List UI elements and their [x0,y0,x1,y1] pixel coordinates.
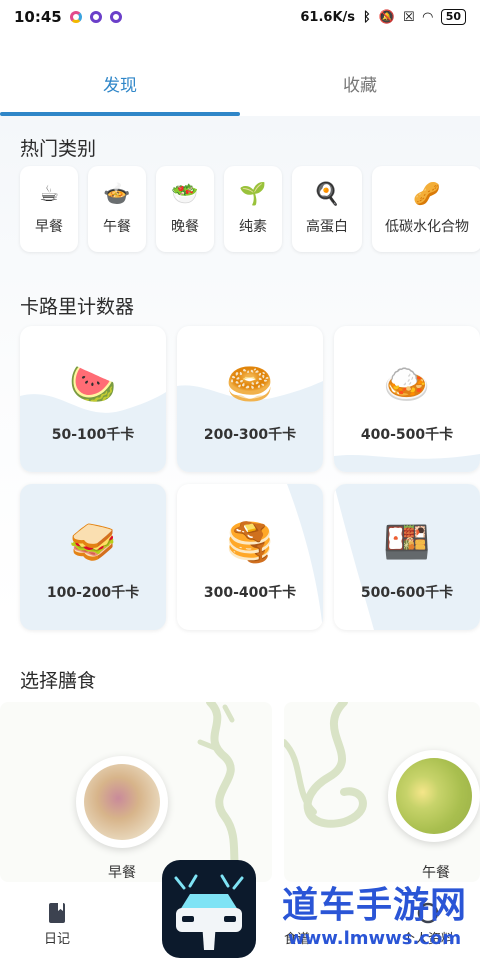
calorie-card-100-200[interactable]: 🥪 100-200千卡 [20,484,166,630]
calorie-counter-title: 卡路里计数器 [20,296,135,318]
no-sim-icon: ☒ [403,9,415,25]
breakfast-bowl-image [76,756,168,848]
calorie-card-50-100[interactable]: 🍉 50-100千卡 [20,326,166,472]
calorie-card-400-500[interactable]: 🍛 400-500千卡 [334,326,480,472]
network-speed: 61.6K/s [300,9,356,25]
salad-icon: 🥗 [171,182,199,207]
status-left: 10:45 [14,8,122,26]
category-label: 高蛋白 [306,219,348,235]
app-logo [162,860,256,958]
top-tabs: 发现 收藏 [0,60,480,116]
calorie-range-label: 400-500千卡 [360,427,454,443]
watermark-title: 道车手游网 [282,885,468,926]
calorie-card-200-300[interactable]: 🥯 200-300千卡 [177,326,323,472]
category-low-carb[interactable]: 🥜 低碳水化合物 [372,166,480,252]
calorie-range-label: 300-400千卡 [203,585,297,601]
category-vegan[interactable]: 🌱 纯素 [224,166,282,252]
nav-label: 日记 [44,932,71,947]
category-high-protein[interactable]: 🍳 高蛋白 [292,166,362,252]
category-dinner[interactable]: 🥗 晚餐 [156,166,214,252]
sandwich-icon: 🥪 [69,520,117,564]
choose-meal-title: 选择膳食 [20,670,97,692]
meal-card-lunch[interactable]: 午餐 [284,702,480,882]
status-time: 10:45 [14,8,62,26]
hot-categories-title: 热门类别 [20,138,97,160]
diary-book-icon [49,903,65,923]
frying-pan-egg-icon: 🍳 [313,182,341,207]
curry-rice-icon: 🍛 [383,362,431,406]
category-label: 纯素 [239,219,267,235]
category-label: 午餐 [103,219,131,235]
nav-diary[interactable]: 日记 [44,902,70,947]
category-label: 早餐 [35,219,63,235]
pancakes-icon: 🥞 [226,520,274,564]
battery-icon: 50 [440,9,466,25]
tab-discover[interactable]: 发现 [0,60,240,116]
bagel-icon: 🥯 [226,362,274,406]
category-label: 晚餐 [171,219,199,235]
calorie-grid: 🍉 50-100千卡 🥯 200-300千卡 🍛 400-500千卡 🥪 100… [20,326,480,630]
category-row: ☕ 早餐 🍲 午餐 🥗 晚餐 🌱 纯素 🍳 高蛋白 🥜 低碳水化合物 [20,166,480,256]
calorie-range-label: 100-200千卡 [46,585,140,601]
wifi-icon: ◠ [422,9,433,25]
bluetooth-icon: ᛒ [363,9,371,25]
app-notification-icon [69,11,82,23]
meal-card-breakfast[interactable]: 早餐 [0,702,272,882]
status-bar: 10:45 61.6K/s ᛒ 🔕 ☒ ◠ 50 [0,0,480,34]
category-lunch[interactable]: 🍲 午餐 [88,166,146,252]
bento-box-icon: 🍱 [383,520,431,564]
app-notification-icon [89,11,102,23]
calorie-range-label: 500-600千卡 [360,585,454,601]
category-label: 低碳水化合物 [385,219,469,235]
calorie-range-label: 200-300千卡 [203,427,297,443]
peanut-icon: 🥜 [413,182,441,207]
watermelon-icon: 🍉 [69,362,117,406]
calorie-card-500-600[interactable]: 🍱 500-600千卡 [334,484,480,630]
meal-label: 早餐 [108,865,136,881]
watermark-url: www.lmwws.com [288,928,462,949]
pot-icon: 🍲 [103,182,131,207]
car-logo-icon [174,874,244,950]
app-notification-icon [109,11,122,23]
seedling-icon: 🌱 [239,182,267,207]
calorie-range-label: 50-100千卡 [51,427,135,443]
mute-bell-icon: 🔕 [378,9,396,25]
category-breakfast[interactable]: ☕ 早餐 [20,166,78,252]
tab-favorites[interactable]: 收藏 [240,60,480,116]
coffee-icon: ☕ [39,182,59,207]
calorie-card-300-400[interactable]: 🥞 300-400千卡 [177,484,323,630]
discover-content: 热门类别 ☕ 早餐 🍲 午餐 🥗 晚餐 🌱 纯素 🍳 高蛋白 🥜 低碳水化合物 … [0,116,480,960]
meal-carousel: 早餐 午餐 [0,702,480,882]
status-right: 61.6K/s ᛒ 🔕 ☒ ◠ 50 [300,9,466,25]
lunch-soup-image [388,750,480,842]
